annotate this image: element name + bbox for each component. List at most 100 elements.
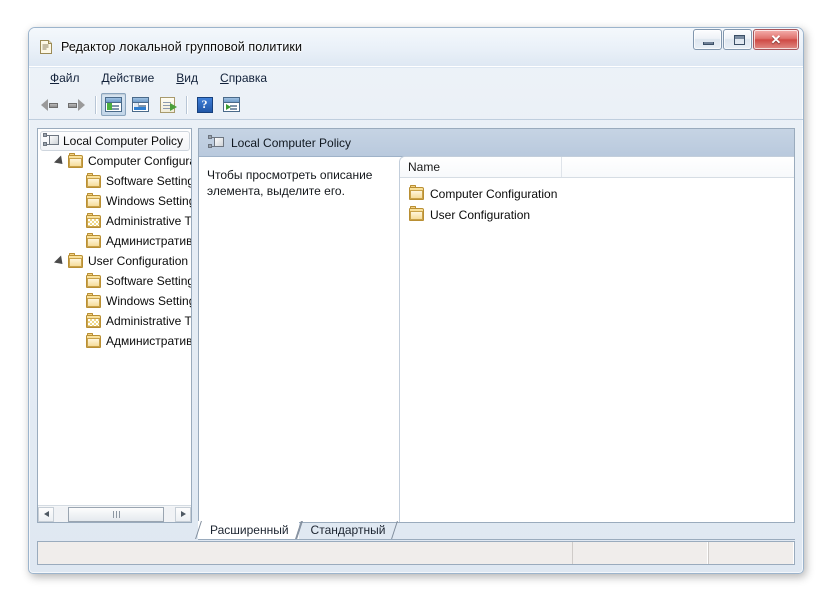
column-header-blank[interactable] (562, 157, 794, 177)
export-list-button[interactable] (155, 93, 180, 116)
scroll-right-arrow[interactable] (175, 506, 191, 522)
group-policy-editor-window: Редактор локальной групповой политики ✕ … (28, 27, 804, 574)
tree-item-user-configuration[interactable]: User Configuration (38, 251, 191, 271)
folder-icon (409, 185, 424, 200)
menu-item-view[interactable]: Вид (165, 69, 209, 88)
folder-icon (86, 292, 101, 308)
status-pane-2 (572, 542, 708, 564)
details-pane: Local Computer Policy Чтобы просмотреть … (198, 128, 795, 523)
tree-item-user-administrative-ru[interactable]: Административн (38, 331, 191, 351)
tree-item-label: Software Settings (106, 174, 191, 188)
show-action-pane-button[interactable] (219, 93, 244, 116)
console-tree-pane: Local Computer Policy Computer Configura… (37, 128, 192, 523)
tree-item-label: Administrative Te (106, 214, 191, 228)
list-header-row: Name (400, 157, 794, 178)
tree-item-computer-configuration[interactable]: Computer Configura (38, 151, 191, 171)
arrow-left-icon (41, 98, 58, 112)
tree-item-label: Административн (106, 334, 191, 348)
tree-item-user-software-settings[interactable]: Software Settings (38, 271, 191, 291)
expander-open-icon[interactable] (52, 254, 68, 268)
tree-item-local-computer-policy[interactable]: Local Computer Policy (38, 131, 191, 151)
tree-item-label: Административн (106, 234, 191, 248)
menu-item-file[interactable]: Файл (39, 69, 91, 88)
menu-item-action[interactable]: Действие (91, 69, 166, 88)
panes-container: Local Computer Policy Computer Configura… (37, 128, 795, 523)
toolbar: ? (29, 90, 803, 120)
folder-icon (86, 232, 101, 248)
list-item[interactable]: Computer Configuration (400, 183, 794, 204)
expander-open-icon[interactable] (52, 154, 68, 168)
toolbar-separator (95, 95, 96, 114)
help-button[interactable]: ? (192, 93, 217, 116)
arrow-right-icon (68, 98, 85, 112)
tree-item-computer-administrative-templates[interactable]: Administrative Te (38, 211, 191, 231)
status-pane-3-text (709, 542, 794, 546)
folder-template-icon (86, 212, 101, 228)
toolbar-separator-2 (186, 95, 187, 114)
forward-button[interactable] (64, 93, 89, 116)
tree-item-user-administrative-templates[interactable]: Administrative Te (38, 311, 191, 331)
tab-extended-label: Расширенный (210, 523, 289, 537)
tree-item-label: User Configuration (88, 254, 189, 268)
document-policy-icon (38, 39, 54, 55)
folder-icon (86, 192, 101, 208)
local-policy-icon (43, 133, 59, 148)
menu-item-view-rest: ид (184, 71, 199, 85)
tree-item-computer-administrative-ru[interactable]: Административн (38, 231, 191, 251)
export-document-icon (160, 96, 177, 113)
tab-standard-label: Стандартный (310, 523, 386, 537)
status-pane-3 (708, 542, 794, 564)
tree-item-label: Computer Configura (88, 154, 191, 168)
properties-window-icon (132, 97, 149, 112)
scrollbar-thumb[interactable] (68, 506, 164, 522)
status-pane-1 (38, 542, 572, 564)
menu-item-action-rest: ействие (109, 71, 155, 85)
items-list-view[interactable]: Name Computer Configuration User Configu… (399, 156, 794, 522)
expander-closed-icon[interactable] (70, 276, 86, 286)
expander-closed-icon[interactable] (70, 216, 86, 226)
tree-item-user-windows-settings[interactable]: Windows Setting (38, 291, 191, 311)
status-pane-2-text (573, 542, 708, 546)
tree-item-label: Administrative Te (106, 314, 191, 328)
console-tree-icon (105, 97, 122, 112)
details-header: Local Computer Policy (199, 129, 794, 157)
status-pane-1-text (38, 542, 572, 546)
local-policy-icon (208, 135, 224, 150)
description-text: Чтобы просмотреть описание элемента, выд… (207, 168, 373, 198)
tab-extended[interactable]: Расширенный (198, 521, 299, 539)
list-item-label: Computer Configuration (430, 186, 558, 201)
folder-icon (409, 206, 424, 221)
folder-template-icon (86, 312, 101, 328)
tree-item-label: Windows Setting (106, 194, 191, 208)
expander-closed-icon[interactable] (70, 196, 86, 206)
properties-button[interactable] (128, 93, 153, 116)
maximize-button[interactable] (723, 29, 752, 50)
scrollbar-track[interactable] (54, 506, 175, 522)
view-tabs: Расширенный Стандартный (198, 521, 795, 540)
expander-closed-icon[interactable] (70, 336, 86, 346)
action-pane-icon (223, 97, 240, 112)
minimize-button[interactable] (693, 29, 722, 50)
expander-closed-icon[interactable] (70, 316, 86, 326)
expander-closed-icon[interactable] (70, 176, 86, 186)
menu-item-help[interactable]: Справка (209, 69, 278, 88)
expander-closed-icon[interactable] (70, 296, 86, 306)
menu-item-file-rest: айл (59, 71, 80, 85)
list-item[interactable]: User Configuration (400, 204, 794, 225)
close-button[interactable]: ✕ (753, 29, 799, 50)
column-header-name[interactable]: Name (400, 157, 562, 177)
tree-item-label: Software Settings (106, 274, 191, 288)
tree-horizontal-scrollbar[interactable] (38, 505, 191, 522)
tree-item-label: Local Computer Policy (63, 133, 184, 148)
tab-standard[interactable]: Стандартный (299, 521, 396, 539)
tree-item-computer-software-settings[interactable]: Software Settings (38, 171, 191, 191)
folder-icon (86, 172, 101, 188)
expander-closed-icon[interactable] (70, 236, 86, 246)
folder-icon (68, 152, 83, 168)
scroll-left-arrow[interactable] (38, 506, 54, 522)
show-hide-tree-button[interactable] (101, 93, 126, 116)
back-button[interactable] (37, 93, 62, 116)
policy-tree[interactable]: Local Computer Policy Computer Configura… (38, 129, 191, 505)
window-title: Редактор локальной групповой политики (61, 40, 303, 54)
tree-item-computer-windows-settings[interactable]: Windows Setting (38, 191, 191, 211)
